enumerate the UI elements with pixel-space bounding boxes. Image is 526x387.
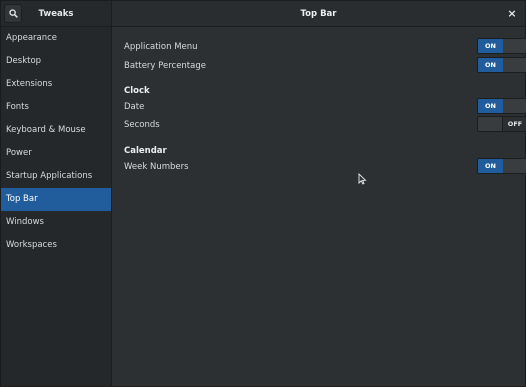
switch-state-label: ON	[478, 99, 503, 113]
date-label: Date	[124, 102, 145, 112]
settings-panel: Application Menu ON Battery Percentage O…	[112, 27, 526, 386]
battery-percentage-row: Battery Percentage ON	[124, 57, 526, 75]
sidebar-item-appearance[interactable]: Appearance	[1, 27, 111, 50]
sidebar-item-windows[interactable]: Windows	[1, 211, 111, 234]
switch-knob	[478, 117, 503, 131]
week-numbers-label: Week Numbers	[124, 162, 189, 172]
week-numbers-switch[interactable]: ON	[477, 158, 526, 174]
clock-heading: Clock	[124, 86, 150, 96]
page-title: Top Bar	[300, 9, 337, 19]
sidebar-item-fonts[interactable]: Fonts	[1, 96, 111, 119]
app-title: Tweaks	[38, 9, 74, 19]
mouse-pointer-icon	[358, 173, 367, 185]
sidebar-item-power[interactable]: Power	[1, 142, 111, 165]
week-numbers-row: Week Numbers ON	[124, 158, 526, 176]
main-header: Top Bar ×	[112, 1, 525, 27]
application-menu-switch[interactable]: ON	[477, 38, 526, 54]
seconds-row: Seconds OFF	[124, 116, 526, 134]
switch-knob	[503, 99, 526, 113]
sidebar-item-extensions[interactable]: Extensions	[1, 73, 111, 96]
switch-state-label: ON	[478, 58, 503, 72]
search-icon	[9, 9, 18, 18]
sidebar-header: Tweaks	[1, 1, 112, 27]
switch-knob	[503, 58, 526, 72]
sidebar-item-workspaces[interactable]: Workspaces	[1, 234, 111, 257]
application-menu-label: Application Menu	[124, 42, 198, 52]
battery-percentage-label: Battery Percentage	[124, 61, 206, 71]
tweaks-window: Tweaks Top Bar × Appearance Desktop Exte…	[0, 0, 526, 387]
date-row: Date ON	[124, 98, 526, 116]
sidebar-item-top-bar[interactable]: Top Bar	[1, 188, 111, 211]
sidebar-item-startup-applications[interactable]: Startup Applications	[1, 165, 111, 188]
sidebar-item-keyboard-mouse[interactable]: Keyboard & Mouse	[1, 119, 111, 142]
sidebar-item-desktop[interactable]: Desktop	[1, 50, 111, 73]
calendar-heading: Calendar	[124, 146, 167, 156]
application-menu-row: Application Menu ON	[124, 38, 526, 56]
seconds-switch[interactable]: OFF	[477, 116, 526, 132]
close-icon[interactable]: ×	[505, 7, 519, 21]
seconds-label: Seconds	[124, 120, 160, 130]
date-switch[interactable]: ON	[477, 98, 526, 114]
switch-knob	[503, 159, 526, 173]
switch-state-label: ON	[478, 159, 503, 173]
sidebar: Appearance Desktop Extensions Fonts Keyb…	[1, 27, 112, 386]
search-button[interactable]	[4, 4, 22, 23]
switch-state-label: ON	[478, 39, 503, 53]
switch-knob	[503, 39, 526, 53]
switch-state-label: OFF	[507, 120, 523, 128]
battery-percentage-switch[interactable]: ON	[477, 57, 526, 73]
